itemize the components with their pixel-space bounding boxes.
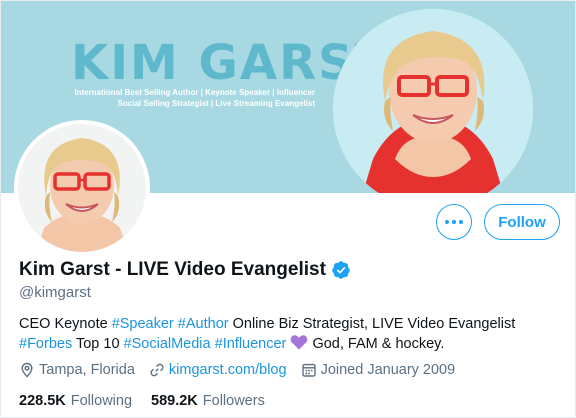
followers-link[interactable]: 589.2K Followers: [151, 393, 265, 409]
bio-text: CEO Keynote: [19, 316, 112, 332]
hashtag-link[interactable]: #Influencer: [215, 336, 287, 352]
banner-tagline: International Best Selling Author | Keyn…: [74, 88, 315, 97]
bio-text: God, FAM & hockey.: [308, 336, 445, 352]
bio-text: Online Biz Strategist, LIVE Video Evange…: [228, 316, 516, 332]
more-icon: [445, 220, 449, 224]
link-icon: [150, 363, 164, 377]
hashtag-link[interactable]: #Speaker: [112, 316, 174, 332]
calendar-icon: [301, 363, 316, 377]
location-pin-icon: [21, 362, 33, 378]
hashtag-link[interactable]: #Author: [178, 316, 229, 332]
location: Tampa, Florida: [19, 362, 135, 378]
following-link[interactable]: 228.5K Following: [19, 393, 132, 409]
followers-label: Followers: [202, 393, 265, 409]
avatar-photo: [18, 124, 146, 252]
more-options-button[interactable]: [436, 204, 472, 240]
joined-text: Joined January 2009: [320, 362, 456, 378]
banner-photo: [333, 9, 533, 193]
more-icon-dot: [452, 220, 456, 224]
following-count: 228.5K: [19, 393, 66, 409]
join-date: Joined January 2009: [301, 362, 456, 378]
following-label: Following: [70, 393, 133, 409]
bio: CEO Keynote #Speaker #Author Online Biz …: [19, 314, 564, 354]
more-icon-dot: [459, 220, 463, 224]
display-name: Kim Garst - LIVE Video Evangelist: [19, 259, 326, 280]
follow-button[interactable]: Follow: [484, 204, 560, 240]
banner-tagline: Social Selling Strategist | Live Streami…: [117, 99, 315, 108]
website-link[interactable]: kimgarst.com/blog: [169, 362, 287, 378]
bio-text: Top 10: [72, 336, 124, 352]
followers-count: 589.2K: [151, 393, 198, 409]
hashtag-link[interactable]: #Forbes: [19, 336, 72, 352]
purple-heart-icon: [291, 335, 308, 350]
location-text: Tampa, Florida: [39, 362, 135, 378]
hashtag-link[interactable]: #SocialMedia: [124, 336, 211, 352]
profile-card: KIM GARST International Best Selling Aut…: [0, 0, 576, 418]
handle: @kimgarst: [19, 284, 91, 301]
avatar[interactable]: [14, 120, 150, 256]
verified-badge-icon: [332, 261, 350, 279]
follow-counts: 228.5K Following 589.2K Followers: [19, 393, 284, 409]
profile-name-row: Kim Garst - LIVE Video Evangelist: [19, 259, 351, 281]
profile-meta: Tampa, Florida kimgarst.com/blog Joined …: [19, 362, 469, 378]
website[interactable]: kimgarst.com/blog: [149, 362, 287, 378]
